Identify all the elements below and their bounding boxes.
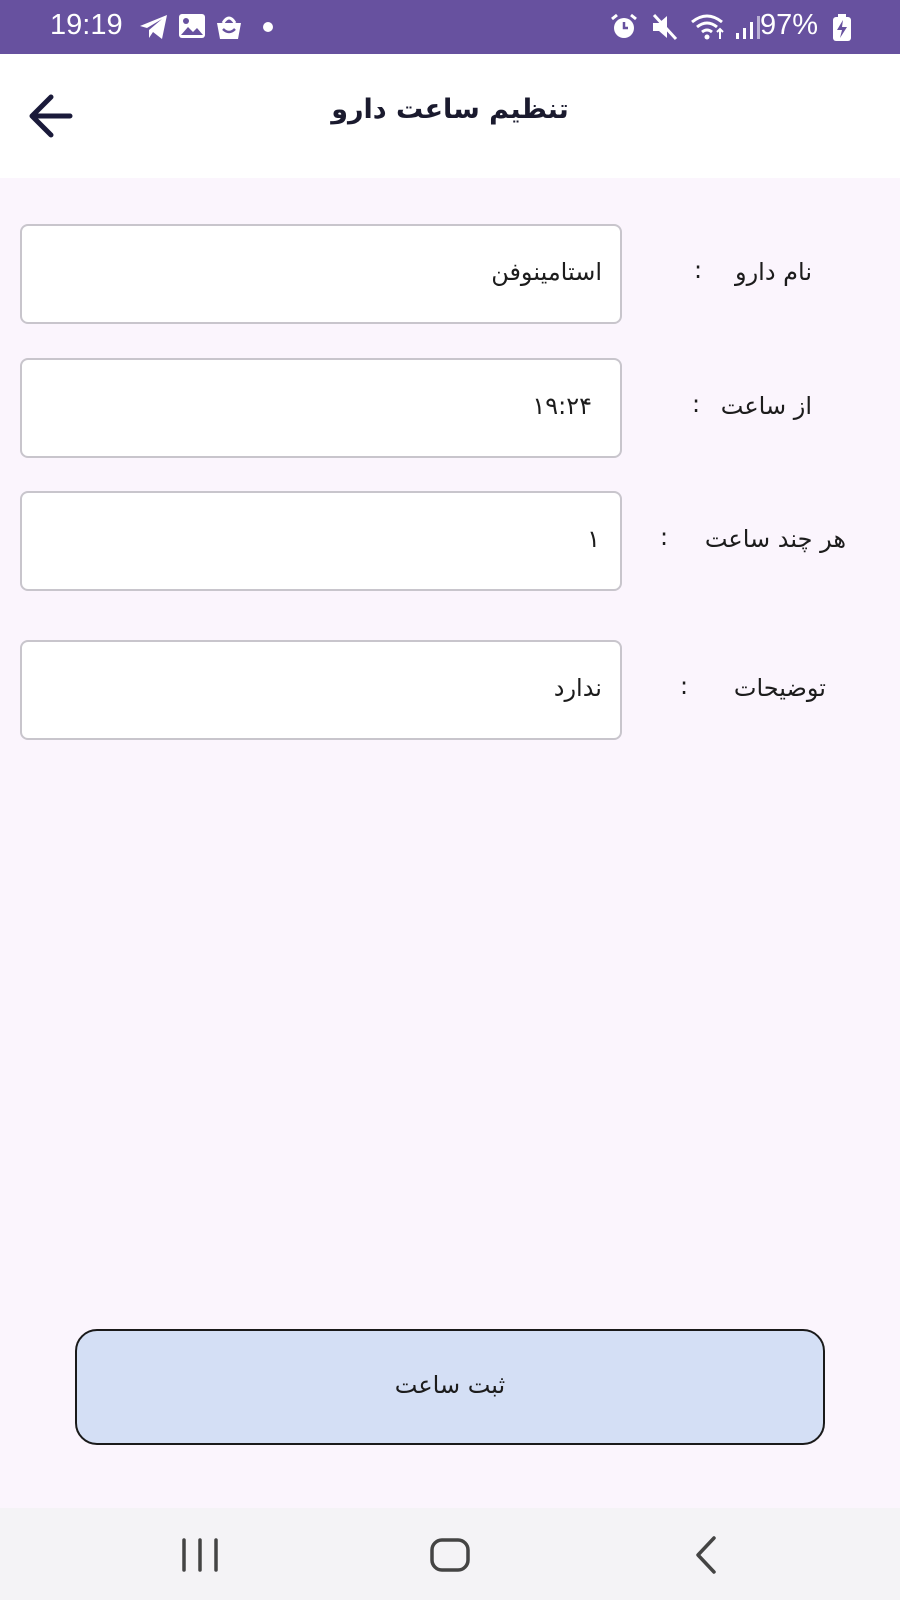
home-button[interactable]	[420, 1530, 480, 1580]
shop-bag-icon	[217, 16, 241, 39]
interval-hours-value: ۱	[587, 525, 600, 553]
start-time-field[interactable]: ۱۹:۲۴	[20, 358, 622, 458]
submit-time-button[interactable]: ثبت ساعت	[75, 1329, 825, 1445]
interval-hours-label: هر چند ساعت	[704, 525, 846, 553]
drug-name-field[interactable]: استامینوفن	[20, 224, 622, 324]
form-row-interval: ۱ : هر چند ساعت	[0, 491, 900, 593]
telegram-icon	[140, 15, 167, 39]
start-time-label: از ساعت	[720, 392, 812, 420]
recent-apps-icon	[182, 1538, 218, 1572]
battery-charging-icon	[833, 14, 851, 41]
drug-name-value: استامینوفن	[491, 258, 602, 286]
mute-icon	[652, 13, 678, 41]
notes-field[interactable]: ندارد	[20, 640, 622, 740]
home-icon	[430, 1538, 470, 1572]
system-back-button[interactable]	[676, 1530, 736, 1580]
field-colon: :	[680, 672, 689, 700]
app-bar: تنظیم ساعت دارو	[0, 54, 900, 178]
dot-icon	[263, 22, 273, 32]
signal-icon	[736, 16, 760, 39]
start-time-value: ۱۹:۲۴	[532, 392, 592, 420]
interval-hours-field[interactable]: ۱	[20, 491, 622, 591]
field-colon: :	[660, 523, 669, 551]
status-bar: 19:19 97%	[0, 0, 900, 54]
status-time: 19:19	[50, 9, 123, 41]
recent-apps-button[interactable]	[170, 1530, 230, 1580]
form-row-start-time: ۱۹:۲۴ : از ساعت	[0, 358, 900, 460]
field-colon: :	[694, 256, 703, 284]
notes-value: ندارد	[553, 674, 602, 702]
system-nav-bar	[0, 1508, 900, 1600]
status-icons-right	[610, 13, 770, 43]
alarm-icon	[611, 13, 637, 38]
form-row-drug-name: استامینوفن : نام دارو	[0, 224, 900, 326]
field-colon: :	[692, 390, 701, 418]
submit-time-label: ثبت ساعت	[394, 1371, 506, 1399]
drug-name-label: نام دارو	[734, 258, 812, 286]
form-row-notes: ندارد : توضیحات	[0, 640, 900, 742]
wifi-icon	[691, 14, 724, 40]
gallery-icon	[179, 14, 205, 38]
notes-label: توضیحات	[733, 674, 826, 702]
back-icon	[696, 1536, 716, 1574]
battery-percent: 97%	[760, 9, 819, 41]
page-title: تنظیم ساعت دارو	[331, 94, 569, 125]
